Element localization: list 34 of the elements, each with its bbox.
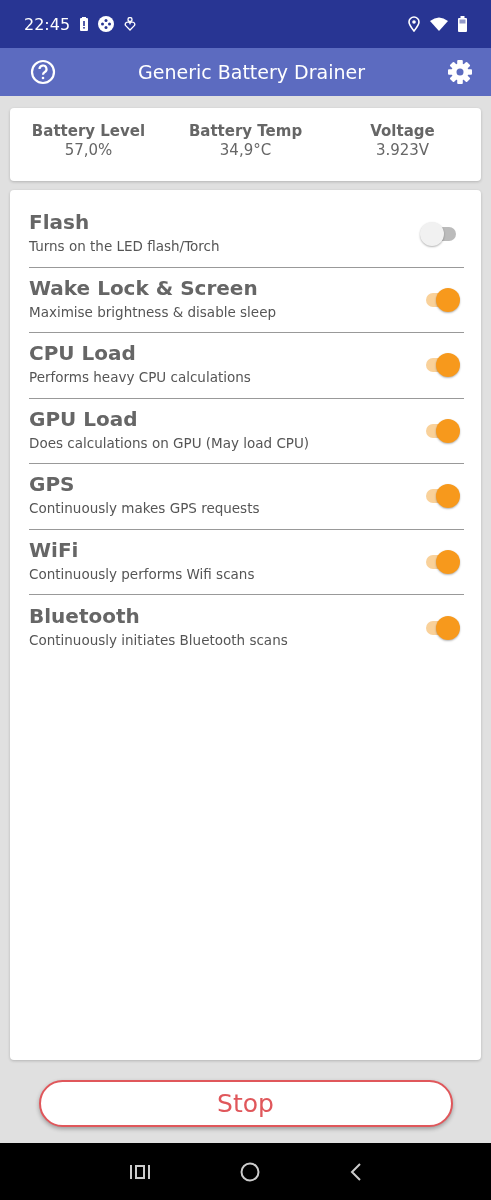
stop-button[interactable]: Stop xyxy=(38,1080,453,1127)
stat-value: 34,9°C xyxy=(219,141,272,159)
option-description: Continuously initiates Bluetooth scans xyxy=(29,631,289,648)
settings-icon[interactable] xyxy=(447,59,473,85)
wifi-icon xyxy=(430,17,448,31)
stat-value: 57,0% xyxy=(64,141,113,159)
back-icon[interactable] xyxy=(349,1162,362,1181)
home-icon[interactable] xyxy=(239,1161,260,1182)
option-description: Maximise brightness & disable sleep xyxy=(29,303,278,320)
option-description: Does calculations on GPU (May load CPU) xyxy=(29,434,311,451)
option-title: Bluetooth xyxy=(29,603,141,628)
option-title: Flash xyxy=(29,210,91,235)
option-title: Wake Lock & Screen xyxy=(29,275,259,300)
gamepad-icon xyxy=(98,16,115,32)
heart-icon xyxy=(124,17,137,31)
option-description: Performs heavy CPU calculations xyxy=(29,369,252,386)
stat-value: 3.923V xyxy=(375,141,430,159)
option-title: GPU Load xyxy=(29,406,139,431)
option-description: Continuously performs Wifi scans xyxy=(29,565,256,582)
stat-label: Voltage xyxy=(370,122,435,140)
battery-alert-icon xyxy=(80,17,89,31)
option-title: GPS xyxy=(29,472,76,497)
option-title: WiFi xyxy=(29,537,80,562)
option-title: CPU Load xyxy=(29,341,137,366)
option-description: Turns on the LED flash/Torch xyxy=(29,238,221,255)
app-title: Generic Battery Drainer xyxy=(137,61,366,83)
status-time: 22:45 xyxy=(24,14,71,34)
recents-icon[interactable] xyxy=(129,1163,150,1180)
battery-icon xyxy=(458,16,467,32)
option-description: Continuously makes GPS requests xyxy=(29,500,261,517)
stat-label: Battery Temp xyxy=(188,122,303,140)
help-icon[interactable] xyxy=(30,59,56,85)
location-icon xyxy=(408,16,420,32)
stat-label: Battery Level xyxy=(31,122,146,140)
